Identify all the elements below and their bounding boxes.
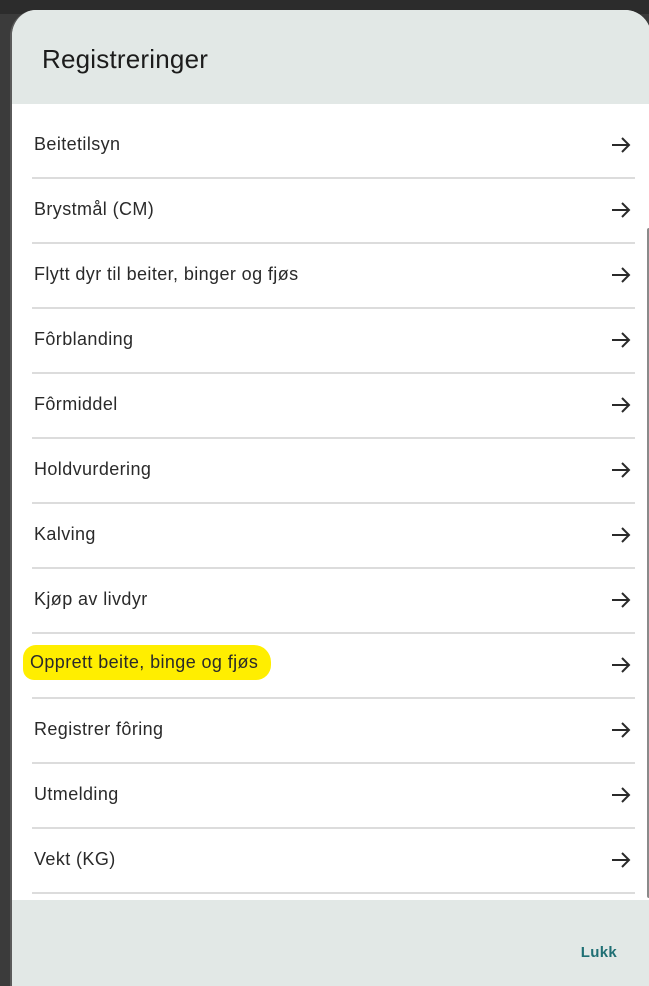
list-item-label: Kalving [34,524,96,544]
dialog-title: Registreringer [42,44,209,74]
list-item-label: Brystmål (CM) [34,199,155,219]
list-item-opprett-beite[interactable]: Opprett beite, binge og fjøs [26,634,635,699]
list-item-formiddel[interactable]: Fôrmiddel [32,374,635,439]
arrow-right-icon [612,787,631,803]
list-item-label: Holdvurdering [34,459,152,479]
list-item-holdvurdering[interactable]: Holdvurdering [32,439,635,504]
list-item-label: Registrer fôring [34,719,164,739]
list-item-label: Utmelding [34,784,119,804]
list-item-forblanding[interactable]: Fôrblanding [32,309,635,374]
arrow-right-icon [612,397,631,413]
list-item-label-highlighted: Opprett beite, binge og fjøs [26,648,269,677]
list-item-label: Flytt dyr til beiter, binger og fjøs [34,264,299,284]
arrow-right-icon [612,462,631,478]
list-item-vekt[interactable]: Vekt (KG) [32,829,635,894]
arrow-right-icon [612,527,631,543]
dialog-footer: Lukk [12,900,649,986]
list-item-brystmal[interactable]: Brystmål (CM) [32,179,635,244]
list-item-utmelding[interactable]: Utmelding [32,764,635,829]
close-button[interactable]: Lukk [581,944,617,961]
arrow-right-icon [612,202,631,218]
arrow-right-icon [612,267,631,283]
list-item-kjop-av-livdyr[interactable]: Kjøp av livdyr [32,569,635,634]
registrations-dialog: Registreringer Beitetilsyn Brystmål (CM)… [10,10,649,986]
list-item-label: Fôrblanding [34,329,134,349]
dialog-header: Registreringer [12,10,649,104]
arrow-right-icon [612,137,631,153]
list-item-label: Kjøp av livdyr [34,589,148,609]
arrow-right-icon [612,722,631,738]
arrow-right-icon [612,332,631,348]
list-item-beitetilsyn[interactable]: Beitetilsyn [32,114,635,179]
list-item-label: Vekt (KG) [34,849,116,869]
arrow-right-icon [612,657,631,673]
arrow-right-icon [612,592,631,608]
list-item-label: Beitetilsyn [34,134,121,154]
arrow-right-icon [612,852,631,868]
registration-list: Beitetilsyn Brystmål (CM) Flytt dyr til … [12,104,649,900]
list-item-label: Fôrmiddel [34,394,118,414]
list-item-registrer-foring[interactable]: Registrer fôring [32,699,635,764]
list-item-kalving[interactable]: Kalving [32,504,635,569]
list-item-flytt-dyr[interactable]: Flytt dyr til beiter, binger og fjøs [32,244,635,309]
